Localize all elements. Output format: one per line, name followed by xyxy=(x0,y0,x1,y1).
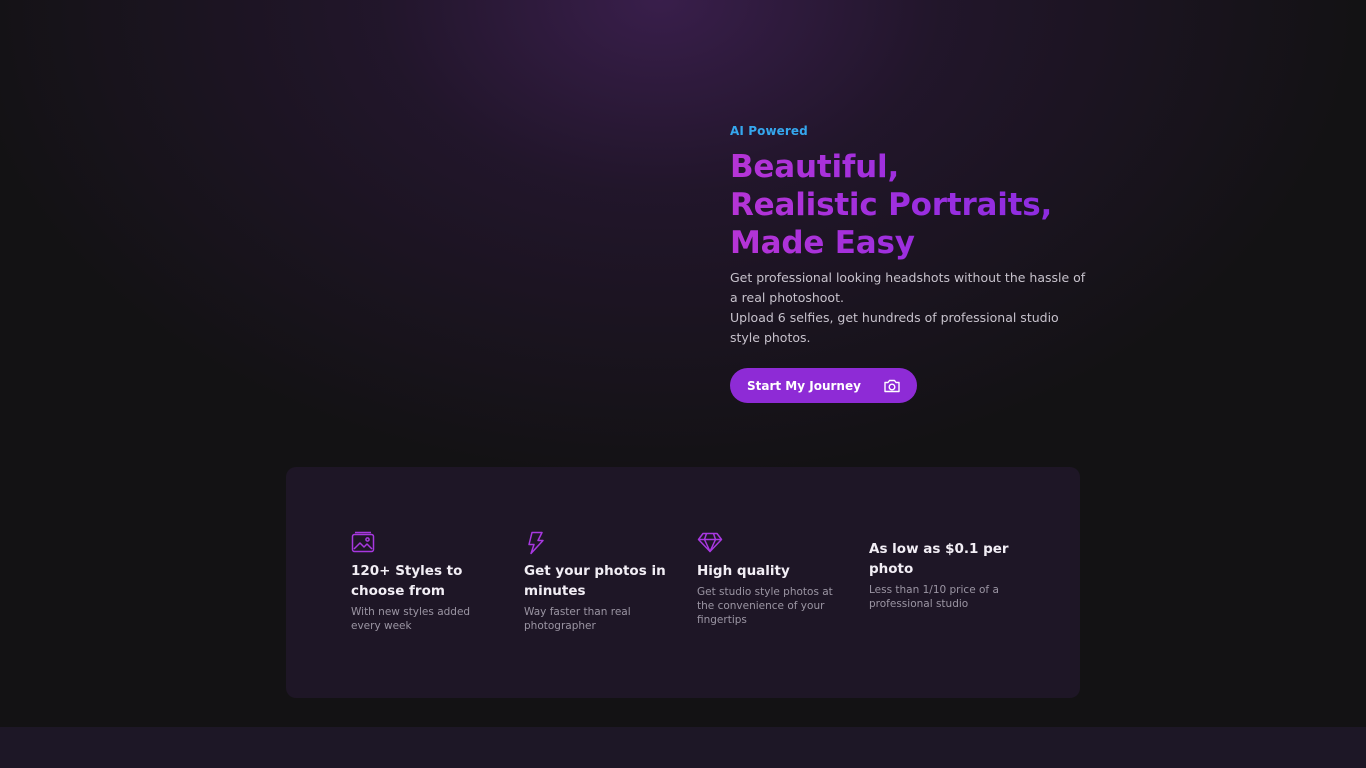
eyebrow-label: AI Powered xyxy=(730,124,808,138)
headline-line-2: Realistic Portraits, xyxy=(730,187,1053,223)
hero-headline: Beautiful, Realistic Portraits, Made Eas… xyxy=(730,148,1090,262)
description-line-1: Get professional looking headshots witho… xyxy=(730,270,1086,305)
diamond-icon xyxy=(697,531,847,557)
feature-title: As low as $0.1 per photo xyxy=(869,541,1009,577)
cta-label: Start My Journey xyxy=(747,378,861,393)
feature-title: High quality xyxy=(697,563,790,579)
image-icon xyxy=(351,531,501,557)
feature-subtitle: Less than 1/10 price of a professional s… xyxy=(869,584,999,610)
landing-page: AI Powered Beautiful, Realistic Portrait… xyxy=(0,0,1366,768)
start-journey-button[interactable]: Start My Journey xyxy=(730,368,917,403)
hero-image-area xyxy=(286,110,686,430)
feature-price: As low as $0.1 per photo Less than 1/10 … xyxy=(869,535,1019,611)
camera-icon xyxy=(883,378,901,394)
feature-subtitle: With new styles added every week xyxy=(351,606,471,632)
feature-styles: 120+ Styles to choose from With new styl… xyxy=(351,531,501,633)
feature-subtitle: Way faster than real photographer xyxy=(524,606,631,632)
description-line-2: Upload 6 selfies, get hundreds of profes… xyxy=(730,310,1059,345)
feature-subtitle: Get studio style photos at the convenien… xyxy=(697,586,833,626)
next-section-band xyxy=(0,727,1366,768)
feature-quality: High quality Get studio style photos at … xyxy=(697,531,847,627)
feature-title: Get your photos in minutes xyxy=(524,563,666,599)
lightning-icon xyxy=(524,531,674,557)
feature-speed: Get your photos in minutes Way faster th… xyxy=(524,531,674,633)
headline-line-3: Made Easy xyxy=(730,225,915,261)
hero-text: AI Powered Beautiful, Realistic Portrait… xyxy=(730,122,1090,403)
feature-title: 120+ Styles to choose from xyxy=(351,563,463,599)
headline-line-1: Beautiful, xyxy=(730,149,900,185)
hero-description: Get professional looking headshots witho… xyxy=(730,268,1090,348)
features-card: 120+ Styles to choose from With new styl… xyxy=(286,467,1080,698)
